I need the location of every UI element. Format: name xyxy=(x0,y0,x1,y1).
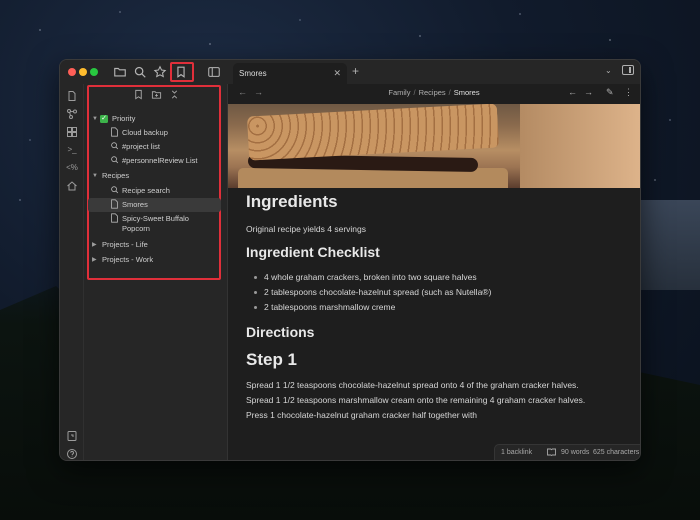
close-window-button[interactable] xyxy=(68,68,76,76)
step-line: Spread 1 1/2 teaspoons marshmallow cream… xyxy=(246,395,586,405)
bookmark-label: #personnelReview List xyxy=(122,156,198,165)
folder-icon[interactable] xyxy=(112,64,128,80)
chevron-right-icon: ▶ xyxy=(92,257,97,263)
bookmark-item-cloud-backup[interactable]: Cloud backup xyxy=(88,126,221,140)
status-bar: 1 backlink 90 words 625 characters xyxy=(494,444,640,460)
reading-book-icon[interactable] xyxy=(547,448,556,458)
bookmark-add-icon[interactable] xyxy=(133,89,145,101)
bookmark-label-line2: Popcorn xyxy=(122,224,150,233)
tab-close-icon[interactable]: ✕ xyxy=(333,68,341,79)
chevron-right-icon: ▶ xyxy=(92,242,97,248)
step-line: Press 1 chocolate-hazelnut graham cracke… xyxy=(246,410,478,420)
smores-banner-image xyxy=(228,104,640,188)
file-icon[interactable] xyxy=(66,90,78,102)
chevron-down-icon: ▼ xyxy=(92,173,98,179)
bookmarks-toolbar xyxy=(84,89,227,103)
new-tab-button[interactable]: + xyxy=(352,64,359,78)
search-icon xyxy=(110,185,120,197)
star-icon[interactable] xyxy=(152,64,168,80)
edit-pencil-icon[interactable]: ✎ xyxy=(606,87,614,98)
percent-code-icon[interactable]: <% xyxy=(66,162,78,174)
bookmark-label: #project list xyxy=(122,142,160,151)
titlebar: Smores ✕ + ⌄ xyxy=(60,60,640,84)
help-icon[interactable] xyxy=(66,448,78,460)
bookmark-label: Recipe search xyxy=(122,186,170,195)
bookmark-item-smores[interactable]: Smores xyxy=(88,198,221,212)
bookmark-item-buffalo-popcorn[interactable]: Spicy-Sweet Buffalo Popcorn xyxy=(88,212,221,236)
breadcrumb-current: Smores xyxy=(453,88,480,97)
folder-add-icon[interactable] xyxy=(151,89,163,101)
heading-ingredients: Ingredients xyxy=(246,192,338,211)
file-icon xyxy=(110,199,120,211)
list-item: 4 whole graham crackers, broken into two… xyxy=(246,272,477,282)
terminal-icon[interactable]: >_ xyxy=(66,144,78,156)
bookmark-item-project-list[interactable]: #project list xyxy=(88,140,221,154)
bookmark-label: Priority xyxy=(112,114,136,123)
character-count: 625 characters xyxy=(593,449,640,456)
minimize-window-button[interactable] xyxy=(79,68,87,76)
list-item: 2 tablespoons marshmallow creme xyxy=(246,302,395,312)
heading-ingredient-checklist: Ingredient Checklist xyxy=(246,244,380,260)
list-item: 2 tablespoons chocolate-hazelnut spread … xyxy=(246,287,491,297)
breadcrumb: Family / Recipes / Smores xyxy=(388,88,480,97)
bookmark-group-priority[interactable]: ▼ ✓ Priority xyxy=(88,112,221,126)
heading-directions: Directions xyxy=(246,324,315,340)
word-count: 90 words xyxy=(561,449,590,456)
chevron-down-icon[interactable]: ⌄ xyxy=(605,66,612,75)
intro-paragraph: Original recipe yields 4 servings xyxy=(246,224,366,234)
sidebar-toggle-icon[interactable] xyxy=(206,64,222,80)
checkbox-checked-icon: ✓ xyxy=(100,115,108,123)
layout-icon[interactable] xyxy=(66,126,78,138)
bookmark-label: Recipes xyxy=(102,171,130,180)
file-icon xyxy=(110,127,120,139)
step-line: Spread 1 1/2 teaspoons chocolate-hazelnu… xyxy=(246,380,579,390)
breadcrumb-recipes[interactable]: Recipes xyxy=(419,88,446,97)
more-options-icon[interactable]: ⋮ xyxy=(624,87,633,98)
search-icon xyxy=(110,141,120,153)
left-ribbon: >_ <% xyxy=(60,84,84,460)
bookmark-item-personnel-review[interactable]: #personnelReview List xyxy=(88,154,221,168)
history-back-icon[interactable]: ← xyxy=(568,87,577,97)
view-header: ← → Family / Recipes / Smores ← → ✎ ⋮ xyxy=(228,84,640,103)
search-icon[interactable] xyxy=(132,64,148,80)
file-icon xyxy=(110,213,120,225)
home-icon[interactable] xyxy=(66,180,78,192)
bookmark-item-recipe-search[interactable]: Recipe search xyxy=(88,184,221,198)
collapse-icon[interactable] xyxy=(169,89,181,101)
bookmark-label: Projects - Life xyxy=(102,240,148,249)
bookmark-group-projects-work[interactable]: ▶ Projects - Work xyxy=(88,253,221,267)
backlink-count[interactable]: 1 backlink xyxy=(501,449,532,456)
chevron-down-icon: ▼ xyxy=(92,116,98,122)
editor-pane: ← → Family / Recipes / Smores ← → ✎ ⋮ Ingred… xyxy=(228,84,640,460)
tab-title: Smores xyxy=(239,69,267,78)
bookmark-group-recipes[interactable]: ▼ Recipes xyxy=(88,169,221,183)
help-book-icon[interactable] xyxy=(66,430,78,442)
tab-smores[interactable]: Smores ✕ xyxy=(233,63,347,84)
bookmark-label: Projects - Work xyxy=(102,255,154,264)
maximize-window-button[interactable] xyxy=(90,68,98,76)
app-window: Smores ✕ + ⌄ >_ <% ▼ ✓ Priority Cloud ba… xyxy=(59,59,641,461)
graph-icon[interactable] xyxy=(66,108,78,120)
bookmarks-sidebar: ▼ ✓ Priority Cloud backup #project list … xyxy=(84,84,228,460)
bookmark-highlight-box xyxy=(170,62,194,82)
bookmark-label: Cloud backup xyxy=(122,128,168,137)
bookmark-label: Smores xyxy=(122,200,148,209)
search-icon xyxy=(110,155,120,167)
bookmark-group-projects-life[interactable]: ▶ Projects - Life xyxy=(88,238,221,252)
history-forward-icon[interactable]: → xyxy=(584,87,593,97)
heading-step-1: Step 1 xyxy=(246,350,298,369)
breadcrumb-family[interactable]: Family xyxy=(388,88,410,97)
right-sidebar-toggle-icon[interactable] xyxy=(622,65,634,75)
